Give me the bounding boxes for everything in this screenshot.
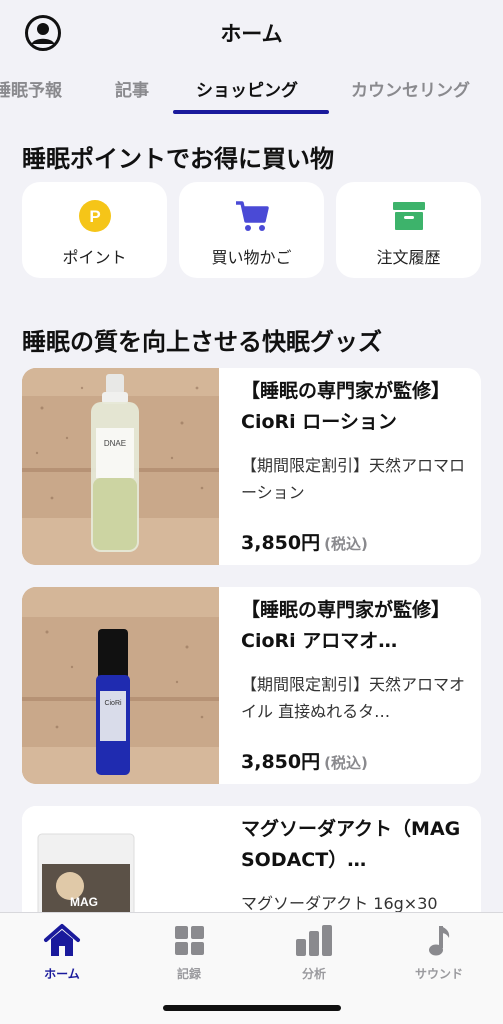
tax-note: (税込) xyxy=(324,754,368,772)
cart-card[interactable]: 買い物かご xyxy=(179,182,324,278)
archive-box-icon xyxy=(391,198,427,234)
points-label: ポイント xyxy=(62,248,127,267)
grid-icon xyxy=(169,923,209,959)
cart-label: 買い物かご xyxy=(211,248,292,267)
nav-sound[interactable]: サウンド xyxy=(389,923,489,982)
home-icon xyxy=(42,923,82,959)
tax-note: (税込) xyxy=(324,535,368,553)
nav-sound-label: サウンド xyxy=(414,967,463,981)
product-name: マグソーダアクト（MAG SODACT）… xyxy=(241,818,461,871)
product-price: 3,850円 (税込) xyxy=(241,747,368,774)
svg-text:CioRi: CioRi xyxy=(104,700,122,707)
product-card[interactable]: CioRi 【睡眠の専門家が監修】CioRi アロマオ… 【期間限定割引】天然ア… xyxy=(22,587,481,784)
order-history-label: 注文履歴 xyxy=(376,248,441,267)
music-note-icon xyxy=(419,923,459,959)
section-title-goods: 睡眠の質を向上させる快眠グッズ xyxy=(22,328,382,356)
price-value: 3,850円 xyxy=(241,751,321,773)
tab-shopping[interactable]: ショッピング xyxy=(196,76,298,101)
section-title-shop: 睡眠ポイントでお得に買い物 xyxy=(22,145,334,173)
cart-icon xyxy=(234,198,270,234)
product-name: 【睡眠の専門家が監修】CioRi ローション xyxy=(241,380,451,433)
product-description: 【期間限定割引】天然アロマオイル 直接ぬれるタ… xyxy=(241,675,466,721)
price-value: 3,850円 xyxy=(241,532,321,554)
point-coin-icon: P xyxy=(77,198,113,234)
bar-chart-icon xyxy=(294,923,334,959)
app-header: ホーム xyxy=(0,0,503,66)
product-image-lotion: DNAE xyxy=(22,368,219,565)
nav-home-label: ホーム xyxy=(44,967,80,981)
nav-home[interactable]: ホーム xyxy=(12,923,112,982)
svg-text:P: P xyxy=(89,207,100,226)
tab-articles[interactable]: 記事 xyxy=(115,76,149,101)
product-name: 【睡眠の専門家が監修】CioRi アロマオ… xyxy=(241,599,451,652)
tab-counseling[interactable]: カウンセリング xyxy=(351,76,470,101)
tab-bar: 睡眠予報 記事 ショッピング カウンセリング xyxy=(0,66,503,116)
product-price: 3,850円 (税込) xyxy=(241,528,368,555)
home-indicator xyxy=(163,1005,341,1011)
page-title: ホーム xyxy=(220,22,283,46)
points-card[interactable]: P ポイント xyxy=(22,182,167,278)
nav-analysis[interactable]: 分析 xyxy=(264,923,364,982)
svg-text:MAG: MAG xyxy=(70,895,98,909)
svg-text:DNAE: DNAE xyxy=(104,439,126,448)
product-image-aroma-oil: CioRi xyxy=(22,587,219,784)
nav-records[interactable]: 記録 xyxy=(139,923,239,982)
product-description: 【期間限定割引】天然アロマローション xyxy=(241,456,466,502)
nav-records-label: 記録 xyxy=(176,967,201,981)
active-tab-indicator xyxy=(173,110,329,114)
tab-sleep-forecast[interactable]: 睡眠予報 xyxy=(0,76,62,101)
nav-analysis-label: 分析 xyxy=(301,967,326,981)
order-history-card[interactable]: 注文履歴 xyxy=(336,182,481,278)
product-card[interactable]: DNAE 【睡眠の専門家が監修】CioRi ローション 【期間限定割引】天然アロ… xyxy=(22,368,481,565)
